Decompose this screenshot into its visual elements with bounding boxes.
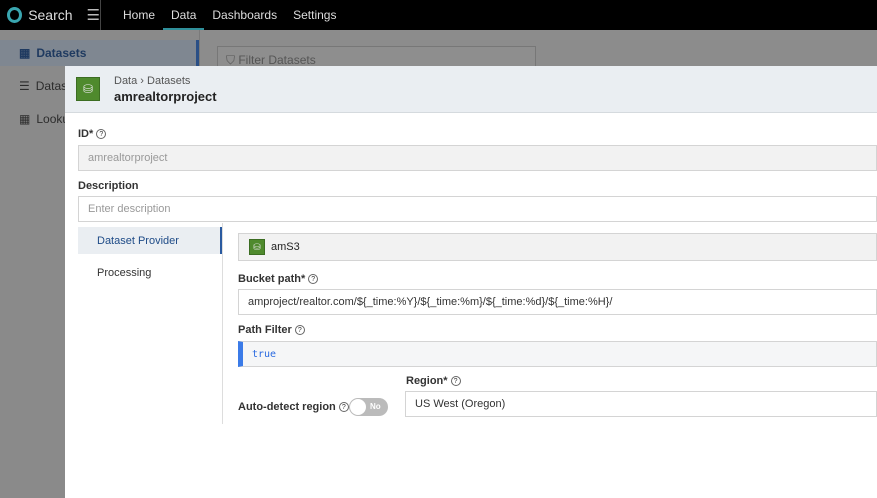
description-field[interactable]: Enter description <box>78 196 877 222</box>
search-logo-icon <box>7 7 23 23</box>
bucket-path-label: Bucket path*? <box>238 273 319 285</box>
sidebar-item-label: Datas <box>35 79 68 93</box>
database-icon: ☰ <box>19 79 30 93</box>
tab-processing[interactable]: Processing <box>78 259 222 286</box>
help-icon[interactable]: ? <box>338 402 349 412</box>
bucket-path-field[interactable]: amproject/realtor.com/${_time:%Y}/${_tim… <box>238 289 877 315</box>
nav-settings[interactable]: Settings <box>285 0 344 30</box>
sidebar-item-datasets[interactable]: ▦ Datasets <box>0 40 199 66</box>
sidebar-item-label: Datasets <box>36 46 87 60</box>
toggle-state: No <box>370 402 381 411</box>
grid-icon: ▦ <box>19 112 31 126</box>
description-label: Description <box>78 180 139 192</box>
app-name: Search <box>28 7 73 23</box>
region-label: Region*? <box>406 375 461 387</box>
dataset-modal: ⛁ Data › Datasets amrealtorproject ID*? … <box>65 66 877 498</box>
help-icon[interactable]: ? <box>308 274 319 284</box>
id-label: ID*? <box>78 128 107 140</box>
help-icon[interactable]: ? <box>96 129 107 139</box>
modal-header: ⛁ Data › Datasets amrealtorproject <box>65 66 877 113</box>
divider <box>222 223 223 424</box>
bucket-icon: ⛁ <box>249 239 265 255</box>
table-icon: ▦ <box>19 46 31 60</box>
toggle-knob <box>350 399 366 415</box>
page-title: amrealtorproject <box>114 88 217 104</box>
help-icon[interactable]: ? <box>294 325 305 335</box>
filter-icon: ⛉ <box>226 53 239 67</box>
provider-select[interactable]: ⛁ amS3 <box>238 233 877 261</box>
hamburger-menu-icon[interactable]: ☰ <box>87 6 100 24</box>
help-icon[interactable]: ? <box>450 376 461 386</box>
nav-home[interactable]: Home <box>115 0 163 30</box>
auto-detect-toggle[interactable]: No <box>349 398 388 416</box>
provider-name: amS3 <box>271 241 300 253</box>
region-select[interactable]: US West (Oregon) <box>405 391 877 417</box>
auto-detect-label: Auto-detect region? <box>238 401 349 413</box>
path-filter-editor[interactable]: true <box>238 341 877 367</box>
top-bar: Search ☰ Home Data Dashboards Settings <box>0 0 877 30</box>
bucket-icon: ⛁ <box>76 77 100 101</box>
breadcrumb[interactable]: Data › Datasets <box>114 75 217 87</box>
tab-dataset-provider[interactable]: Dataset Provider <box>78 227 222 254</box>
filter-placeholder: Filter Datasets <box>238 53 316 67</box>
id-field[interactable]: amrealtorproject <box>78 145 877 171</box>
nav-dashboards[interactable]: Dashboards <box>204 0 285 30</box>
nav-data[interactable]: Data <box>163 0 205 30</box>
path-filter-label: Path Filter? <box>238 324 305 336</box>
app-logo[interactable]: Search ☰ <box>0 0 101 30</box>
settings-tabs: Dataset Provider Processing <box>78 227 222 291</box>
main-nav: Home Data Dashboards Settings <box>115 0 344 30</box>
